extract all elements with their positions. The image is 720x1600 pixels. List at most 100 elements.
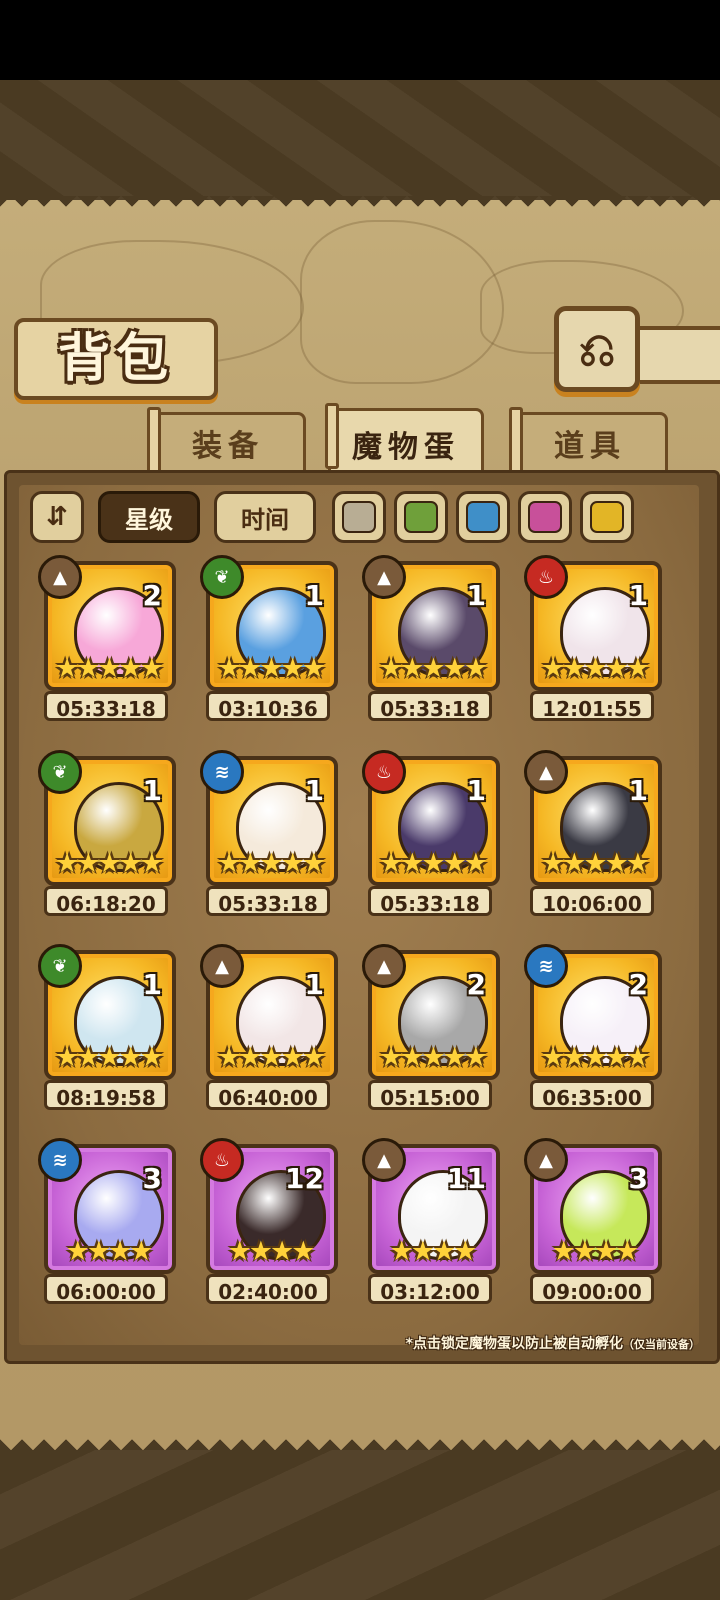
lock-hint-subtext: （仅当前设备） bbox=[623, 1338, 700, 1351]
filter-color-green[interactable] bbox=[394, 491, 448, 543]
egg-count: 1 bbox=[142, 968, 162, 1001]
egg-card[interactable]: 2 ★★★★★ ▲ 05:33:18 bbox=[38, 555, 178, 725]
hatch-timer: 12:01:55 bbox=[530, 691, 654, 721]
torn-edge-bottom bbox=[0, 1428, 720, 1450]
mountain-icon: ▲ bbox=[362, 555, 406, 599]
page-title-plate: 背包 bbox=[14, 318, 218, 400]
leaf-icon: ❦ bbox=[38, 750, 82, 794]
hatch-timer: 02:40:00 bbox=[206, 1274, 330, 1304]
sort-by-time-label: 时间 bbox=[241, 505, 289, 534]
hatch-timer: 05:15:00 bbox=[368, 1080, 492, 1110]
mountain-icon: ▲ bbox=[38, 555, 82, 599]
egg-card[interactable]: 1 ★★★★★ ▲ 10:06:00 bbox=[524, 750, 664, 920]
filter-color-blue[interactable] bbox=[456, 491, 510, 543]
sort-by-time-button[interactable]: 时间 bbox=[214, 491, 316, 543]
wave-icon: ≋ bbox=[38, 1138, 82, 1182]
egg-count: 2 bbox=[628, 968, 648, 1001]
egg-card[interactable]: 1 ★★★★★ ♨ 12:01:55 bbox=[524, 555, 664, 725]
wave-icon: ≋ bbox=[524, 944, 568, 988]
sort-order-button[interactable]: ⇵ bbox=[30, 491, 84, 543]
filter-color-pink[interactable] bbox=[518, 491, 572, 543]
back-arrow-icon: ⎌ bbox=[578, 322, 616, 376]
star-rating: ★★★★★ bbox=[378, 653, 488, 684]
star-rating: ★★★★ bbox=[551, 1236, 640, 1267]
filter-bar: ⇵ 星级 时间 bbox=[30, 491, 690, 543]
tab-items[interactable]: 道具 bbox=[509, 407, 668, 473]
mountain-icon: ▲ bbox=[362, 944, 406, 988]
hatch-timer: 06:18:20 bbox=[44, 886, 168, 916]
egg-count: 11 bbox=[447, 1162, 486, 1195]
hatch-timer: 05:33:18 bbox=[368, 691, 492, 721]
egg-card[interactable]: 12 ★★★★ ♨ 02:40:00 bbox=[200, 1138, 340, 1308]
egg-card[interactable]: 2 ★★★★★ ≋ 06:35:00 bbox=[524, 944, 664, 1114]
filter-color-gray[interactable] bbox=[332, 491, 386, 543]
egg-count: 1 bbox=[304, 774, 324, 807]
tab-monster-egg[interactable]: 魔物蛋 bbox=[325, 403, 484, 477]
hatch-timer: 05:33:18 bbox=[206, 886, 330, 916]
egg-card[interactable]: 3 ★★★★ ▲ 09:00:00 bbox=[524, 1138, 664, 1308]
back-button-rail bbox=[630, 326, 720, 384]
egg-card[interactable]: 11 ★★★★ ▲ 03:12:00 bbox=[362, 1138, 502, 1308]
star-rating: ★★★★★ bbox=[540, 1042, 650, 1073]
torn-edge-top bbox=[0, 196, 720, 218]
egg-card[interactable]: 1 ★★★★★ ❦ 03:10:36 bbox=[200, 555, 340, 725]
star-rating: ★★★★ bbox=[227, 1236, 316, 1267]
egg-count: 1 bbox=[466, 774, 486, 807]
color-swatch bbox=[466, 501, 500, 533]
hatch-timer: 05:33:18 bbox=[368, 886, 492, 916]
star-rating: ★★★★★ bbox=[54, 1042, 164, 1073]
mountain-icon: ▲ bbox=[362, 1138, 406, 1182]
lock-hint: *点击锁定魔物蛋以防止被自动孵化（仅当前设备） bbox=[340, 1333, 700, 1353]
mountain-icon: ▲ bbox=[524, 1138, 568, 1182]
color-swatch bbox=[528, 501, 562, 533]
hatch-timer: 05:33:18 bbox=[44, 691, 168, 721]
egg-card[interactable]: 1 ★★★★★ ▲ 05:33:18 bbox=[362, 555, 502, 725]
hatch-timer: 08:19:58 bbox=[44, 1080, 168, 1110]
egg-card[interactable]: 1 ★★★★★ ❦ 08:19:58 bbox=[38, 944, 178, 1114]
hatch-timer: 03:10:36 bbox=[206, 691, 330, 721]
flame-icon: ♨ bbox=[200, 1138, 244, 1182]
star-rating: ★★★★★ bbox=[216, 1042, 326, 1073]
star-rating: ★★★★★ bbox=[54, 848, 164, 879]
star-rating: ★★★★ bbox=[389, 1236, 478, 1267]
egg-count: 1 bbox=[304, 579, 324, 612]
sort-by-star-label: 星级 bbox=[125, 505, 173, 534]
background-map-bottom bbox=[0, 1450, 720, 1600]
star-rating: ★★★★★ bbox=[540, 848, 650, 879]
color-swatch bbox=[590, 501, 624, 533]
star-rating: ★★★★ bbox=[65, 1236, 154, 1267]
flame-icon: ♨ bbox=[362, 750, 406, 794]
tab-equipment-label: 装备 bbox=[192, 429, 264, 464]
leaf-icon: ❦ bbox=[38, 944, 82, 988]
egg-card[interactable]: 1 ★★★★★ ❦ 06:18:20 bbox=[38, 750, 178, 920]
egg-count: 3 bbox=[142, 1162, 162, 1195]
egg-count: 1 bbox=[304, 968, 324, 1001]
egg-count: 3 bbox=[628, 1162, 648, 1195]
hatch-timer: 09:00:00 bbox=[530, 1274, 654, 1304]
tab-monster-egg-label: 魔物蛋 bbox=[352, 430, 460, 465]
egg-card[interactable]: 3 ★★★★ ≋ 06:00:00 bbox=[38, 1138, 178, 1308]
star-rating: ★★★★★ bbox=[216, 653, 326, 684]
back-button[interactable]: ⎌ bbox=[554, 306, 640, 392]
sort-by-star-button[interactable]: 星级 bbox=[98, 491, 200, 543]
filter-color-yellow[interactable] bbox=[580, 491, 634, 543]
star-rating: ★★★★★ bbox=[378, 848, 488, 879]
egg-count: 2 bbox=[466, 968, 486, 1001]
color-swatch bbox=[342, 501, 376, 533]
egg-card[interactable]: 1 ★★★★★ ▲ 06:40:00 bbox=[200, 944, 340, 1114]
hatch-timer: 06:35:00 bbox=[530, 1080, 654, 1110]
egg-card[interactable]: 1 ★★★★★ ≋ 05:33:18 bbox=[200, 750, 340, 920]
star-rating: ★★★★★ bbox=[540, 653, 650, 684]
flame-icon: ♨ bbox=[524, 555, 568, 599]
leaf-icon: ❦ bbox=[200, 555, 244, 599]
star-rating: ★★★★★ bbox=[54, 653, 164, 684]
background-map-top bbox=[0, 80, 720, 200]
hatch-timer: 03:12:00 bbox=[368, 1274, 492, 1304]
egg-card[interactable]: 1 ★★★★★ ♨ 05:33:18 bbox=[362, 750, 502, 920]
egg-card[interactable]: 2 ★★★★★ ▲ 05:15:00 bbox=[362, 944, 502, 1114]
tab-equipment[interactable]: 装备 bbox=[147, 407, 306, 473]
egg-count: 12 bbox=[285, 1162, 324, 1195]
egg-count: 1 bbox=[628, 579, 648, 612]
wave-icon: ≋ bbox=[200, 750, 244, 794]
tab-items-label: 道具 bbox=[554, 429, 626, 464]
